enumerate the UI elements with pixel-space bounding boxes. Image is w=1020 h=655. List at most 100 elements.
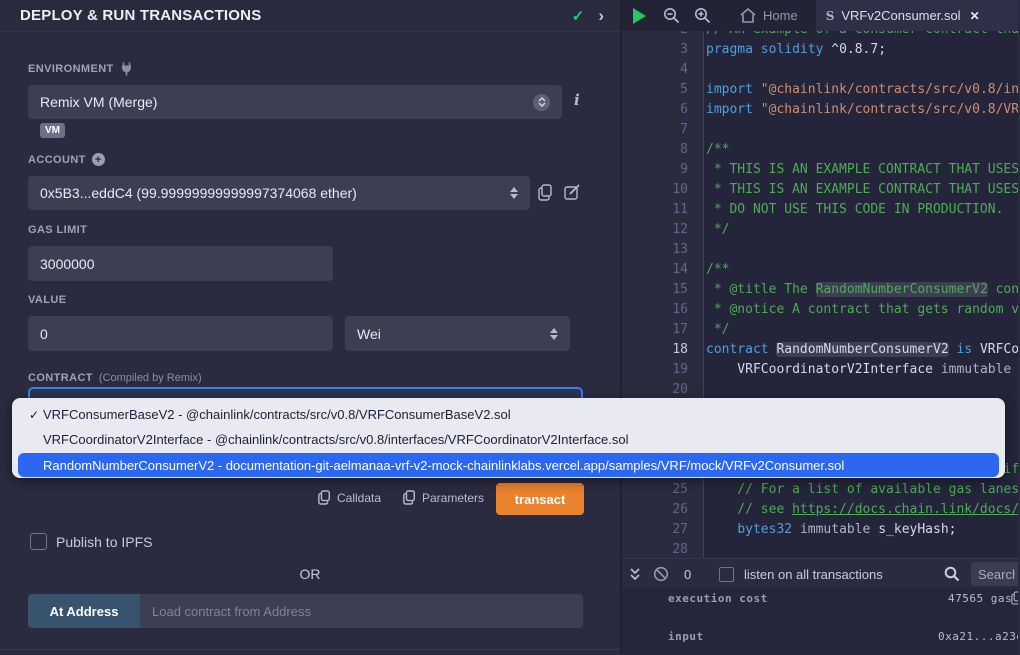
edit-icon[interactable] (564, 184, 580, 200)
code-line[interactable]: 14/** (622, 260, 1018, 280)
code-lines: 2// An example of a consumer contract th… (622, 31, 1018, 558)
plug-icon (120, 62, 133, 76)
copy-icon (403, 490, 416, 505)
terminal-search-box[interactable] (971, 562, 1018, 586)
line-number: 11 (622, 200, 704, 220)
account-label: ACCOUNT + (28, 153, 105, 166)
contract-dropdown: ✓VRFConsumerBaseV2 - @chainlink/contract… (12, 398, 1005, 478)
input-label: input (668, 630, 704, 643)
code-line[interactable]: 26 // see https://docs.chain.link/docs/v… (622, 500, 1018, 520)
line-number: 13 (622, 240, 704, 260)
line-number: 18 (622, 340, 704, 360)
listen-all-transactions-label: listen on all transactions (744, 559, 883, 589)
execution-cost-label: execution cost (668, 592, 768, 605)
line-number: 17 (622, 320, 704, 340)
tab-vrfv2consumer[interactable]: S VRFv2Consumer.sol ✕ (816, 0, 1018, 31)
copy-icon[interactable] (1011, 591, 1018, 605)
code-line[interactable]: 2// An example of a consumer contract th… (622, 31, 1018, 40)
value-label: VALUE (28, 294, 66, 306)
clear-console-icon[interactable] (653, 559, 669, 589)
transact-button[interactable]: transact (496, 483, 584, 515)
line-number: 9 (622, 160, 704, 180)
gas-limit-input[interactable] (28, 246, 333, 281)
code-line[interactable]: 18contract RandomNumberConsumerV2 is VRF… (622, 340, 1018, 360)
account-select[interactable]: 0x5B3...eddC4 (99.99999999999997374068 e… (28, 176, 530, 210)
gas-limit-label: GAS LIMIT (28, 224, 87, 236)
contract-option[interactable]: RandomNumberConsumerV2 - documentation-g… (18, 453, 999, 477)
line-number: 3 (622, 40, 704, 60)
code-line[interactable]: 15 * @title The RandomNumberConsumerV2 c… (622, 280, 1018, 300)
code-line[interactable]: 28 (622, 540, 1018, 558)
terminal-output: execution cost 47565 gas input 0xa21...a… (622, 588, 1018, 655)
code-line[interactable]: 16 * @notice A contract that gets random… (622, 300, 1018, 320)
parameters-button[interactable]: Parameters (403, 490, 484, 505)
line-number: 10 (622, 180, 704, 200)
code-line[interactable]: 4 (622, 60, 1018, 80)
code-line[interactable]: 12 */ (622, 220, 1018, 240)
publish-ipfs-label: Publish to IPFS (56, 534, 153, 550)
code-line[interactable]: 10 * THIS IS AN EXAMPLE CONTRACT THAT US… (622, 180, 1018, 200)
code-line[interactable]: 25 // For a list of available gas lanes … (622, 480, 1018, 500)
code-line[interactable]: 11 * DO NOT USE THIS CODE IN PRODUCTION. (622, 200, 1018, 220)
close-icon[interactable]: ✕ (970, 9, 980, 23)
environment-label: ENVIRONMENT (28, 62, 133, 76)
zoom-out-icon[interactable] (656, 0, 686, 31)
input-value: 0xa21...a23e4 (938, 630, 1018, 643)
terminal-search-input[interactable] (971, 567, 1015, 582)
chevron-right-icon[interactable]: › (598, 7, 604, 24)
terminal-toolbar: 0 listen on all transactions (622, 558, 1018, 588)
info-icon[interactable]: i (574, 91, 580, 109)
deploy-run-panel: DEPLOY & RUN TRANSACTIONS ✓ › ENVIRONMEN… (0, 0, 622, 655)
terminal: 0 listen on all transactions execution c… (622, 558, 1018, 655)
contract-option[interactable]: VRFCoordinatorV2Interface - @chainlink/c… (12, 427, 1005, 452)
line-number: 2 (622, 31, 704, 40)
value-input[interactable] (28, 316, 333, 351)
line-number: 25 (622, 480, 704, 500)
code-line[interactable]: 17 */ (622, 320, 1018, 340)
tab-home[interactable]: Home (730, 0, 808, 31)
line-number: 27 (622, 520, 704, 540)
code-line[interactable]: 9 * THIS IS AN EXAMPLE CONTRACT THAT USE… (622, 160, 1018, 180)
at-address-input[interactable] (140, 594, 583, 628)
copy-icon (318, 490, 331, 505)
compile-success-check-icon: ✓ (572, 7, 585, 25)
chevron-updown-icon (533, 94, 550, 111)
code-editor[interactable]: 2// An example of a consumer contract th… (622, 31, 1018, 558)
code-line[interactable]: 3pragma solidity ^0.8.7; (622, 40, 1018, 60)
home-icon (740, 8, 756, 23)
line-number: 4 (622, 60, 704, 80)
line-number: 12 (622, 220, 704, 240)
line-number: 14 (622, 260, 704, 280)
code-line[interactable]: 19 VRFCoordinatorV2Interface immutable C… (622, 360, 1018, 380)
code-line[interactable]: 8/** (622, 140, 1018, 160)
or-divider-label: OR (0, 566, 620, 582)
collapse-terminal-icon[interactable] (629, 559, 641, 589)
run-script-icon[interactable] (622, 0, 656, 31)
listen-all-transactions-checkbox[interactable] (719, 559, 734, 589)
publish-ipfs-checkbox[interactable] (30, 533, 47, 550)
environment-select[interactable]: Remix VM (Merge) (28, 85, 562, 119)
calldata-button[interactable]: Calldata (318, 490, 381, 505)
zoom-in-icon[interactable] (686, 0, 718, 31)
line-number: 28 (622, 540, 704, 558)
code-line[interactable]: 7 (622, 120, 1018, 140)
line-number: 16 (622, 300, 704, 320)
line-number: 7 (622, 120, 704, 140)
code-line[interactable]: 6import "@chainlink/contracts/src/v0.8/V… (622, 100, 1018, 120)
code-line[interactable]: 27 bytes32 immutable s_keyHash; (622, 520, 1018, 540)
line-number: 6 (622, 100, 704, 120)
line-number: 26 (622, 500, 704, 520)
contract-option[interactable]: ✓VRFConsumerBaseV2 - @chainlink/contract… (12, 402, 1005, 427)
plus-icon[interactable]: + (92, 153, 105, 166)
check-icon: ✓ (29, 408, 43, 422)
line-number: 15 (622, 280, 704, 300)
code-line[interactable]: 13 (622, 240, 1018, 260)
at-address-button[interactable]: At Address (28, 594, 140, 628)
solidity-icon: S (826, 9, 835, 23)
code-line[interactable]: 20 (622, 380, 1018, 400)
chevron-updown-icon (550, 328, 558, 340)
value-unit-select[interactable]: Wei (345, 316, 570, 351)
code-line[interactable]: 5import "@chainlink/contracts/src/v0.8/i… (622, 80, 1018, 100)
copy-icon[interactable] (538, 184, 553, 201)
editor-column: Home S VRFv2Consumer.sol ✕ 2// An exampl… (622, 0, 1018, 655)
